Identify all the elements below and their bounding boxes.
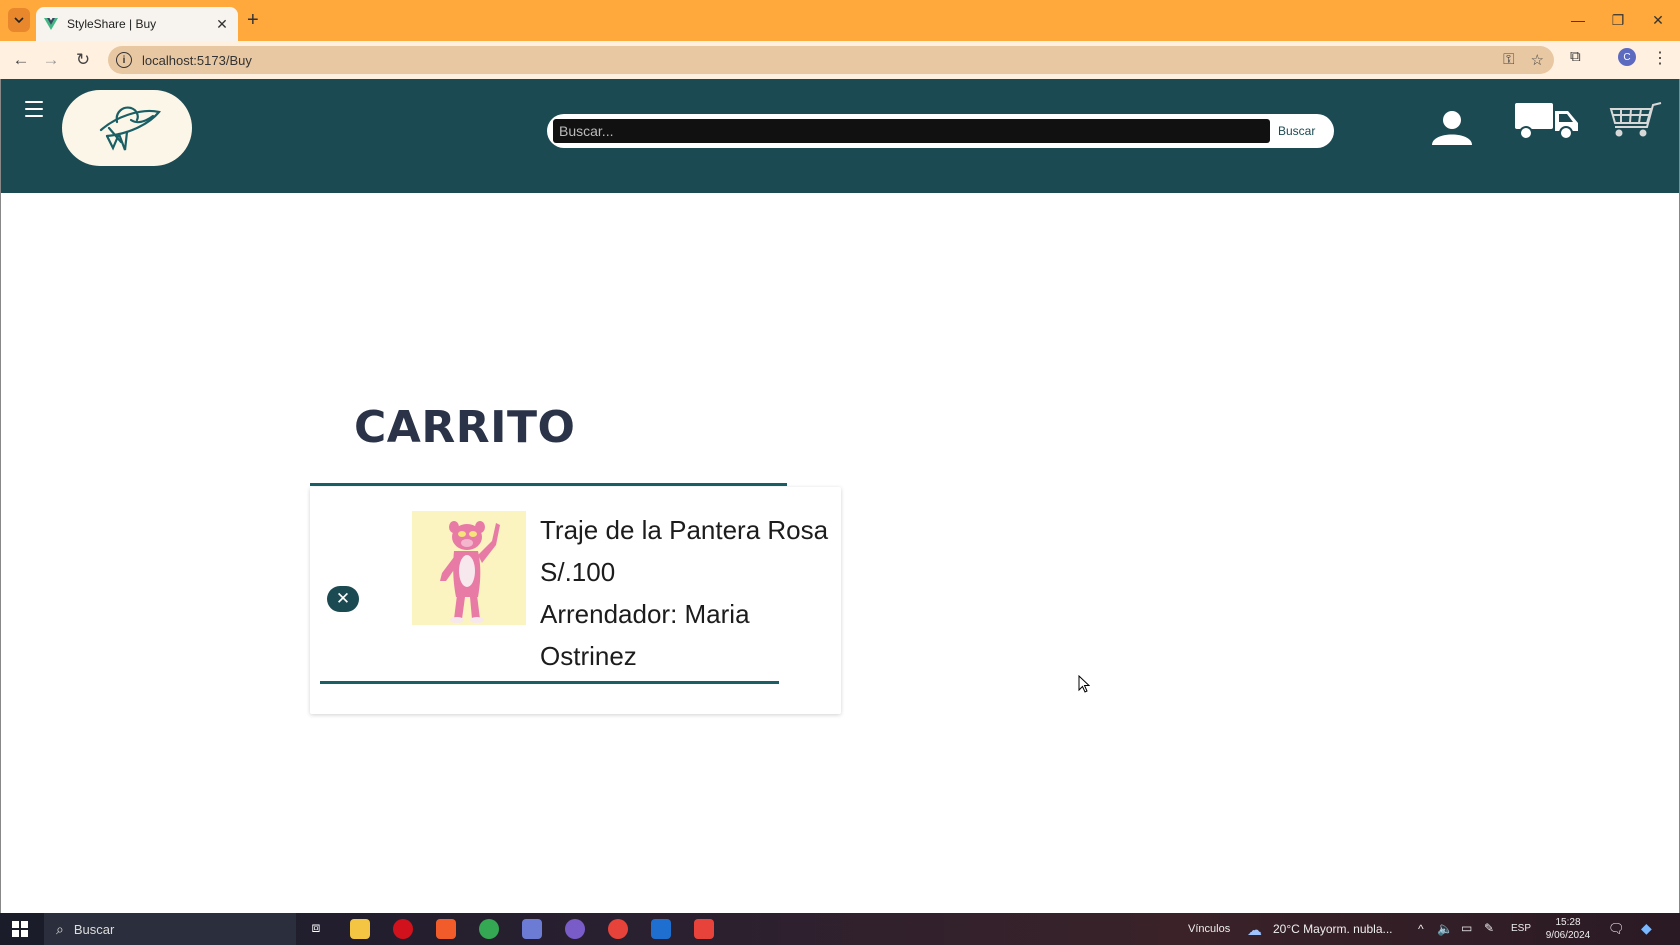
links-toolbar[interactable]: Vínculos <box>1188 923 1230 935</box>
site-info-icon[interactable]: i <box>116 52 132 68</box>
weather-cloud-icon: ☁ <box>1247 922 1262 939</box>
profile-avatar[interactable]: C <box>1618 48 1636 66</box>
brave-icon[interactable] <box>436 919 456 939</box>
new-tab-icon[interactable]: + <box>247 9 259 31</box>
hamburger-menu-icon[interactable] <box>25 101 43 117</box>
reload-icon[interactable]: ↻ <box>72 50 94 70</box>
logo-hat-icon <box>99 106 161 151</box>
window-close-icon[interactable]: ✕ <box>1643 10 1673 30</box>
forward-icon[interactable]: → <box>40 50 62 70</box>
app-red-icon[interactable] <box>694 919 714 939</box>
windows-start-icon[interactable] <box>12 921 28 937</box>
divider <box>310 483 787 486</box>
volume-icon[interactable]: 🔈 <box>1437 921 1453 937</box>
close-icon: ✕ <box>335 589 351 608</box>
search-input[interactable] <box>553 119 1270 143</box>
tab-close-icon[interactable]: ✕ <box>214 16 230 33</box>
tab-title: StyleShare | Buy <box>67 17 157 31</box>
mouse-cursor-icon <box>1078 674 1091 698</box>
taskbar-search-label: Buscar <box>73 921 115 937</box>
user-account-icon[interactable] <box>1428 109 1476 150</box>
file-explorer-icon[interactable] <box>350 919 370 939</box>
divider <box>320 681 779 684</box>
back-icon[interactable]: ← <box>10 50 32 70</box>
product-image <box>412 511 526 625</box>
opera-icon[interactable] <box>393 919 413 939</box>
weather-text[interactable]: 20°C Mayorm. nubla... <box>1273 922 1393 936</box>
browser-toolbar: ← → ↻ i localhost:5173/Buy ⚿ ☆ ⧉ C ⋮ <box>0 41 1680 79</box>
product-owner: Arrendador: Maria Ostrinez <box>540 599 750 671</box>
product-name: Traje de la Pantera Rosa <box>540 515 829 545</box>
app-icon[interactable] <box>522 919 542 939</box>
remove-item-button[interactable]: ✕ <box>327 586 359 612</box>
chrome-icon[interactable] <box>479 919 499 939</box>
discord-icon[interactable] <box>565 919 585 939</box>
page: Buscar... Buscar CARRITO ✕ Traje de la P… <box>0 79 1680 913</box>
browser-tab-strip: StyleShare | Buy ✕ + — ❐ ✕ <box>0 0 1680 41</box>
webstorm-icon[interactable] <box>651 919 671 939</box>
password-key-icon[interactable]: ⚿ <box>1503 51 1514 69</box>
extensions-icon[interactable]: ⧉ <box>1570 48 1581 65</box>
pen-icon[interactable]: ✎ <box>1484 921 1494 935</box>
browser-tab-active[interactable]: StyleShare | Buy ✕ <box>36 7 238 41</box>
product-price: S/.100 <box>540 557 616 587</box>
page-title: CARRITO <box>354 402 576 453</box>
language-indicator[interactable]: ESP <box>1511 923 1531 934</box>
bookmark-star-icon[interactable]: ☆ <box>1531 51 1544 69</box>
browser-menu-icon[interactable]: ⋮ <box>1652 48 1668 68</box>
notifications-icon[interactable]: 🗨 <box>1608 921 1625 937</box>
search-icon: ⌕ <box>56 920 64 937</box>
address-bar[interactable]: i localhost:5173/Buy ⚿ ☆ <box>108 46 1554 74</box>
site-logo[interactable] <box>62 90 192 166</box>
clock-time: 15:28 <box>1555 917 1581 928</box>
taskbar-search[interactable]: ⌕ Buscar <box>44 913 296 945</box>
task-view-icon[interactable]: ⧈ <box>306 919 326 939</box>
search-button[interactable]: Buscar <box>1278 124 1315 138</box>
copilot-icon[interactable]: ◆ <box>1641 920 1652 937</box>
search-bar: Buscar <box>547 114 1334 148</box>
tab-search-button[interactable] <box>8 8 30 32</box>
shopping-cart-icon[interactable] <box>1605 101 1663 144</box>
minimize-icon[interactable]: — <box>1563 10 1593 30</box>
chevron-down-icon <box>14 17 24 23</box>
os-taskbar: ⌕ Buscar ⧈ Vínculos ☁ 20°C Mayorm. nubla… <box>0 913 1680 945</box>
network-icon[interactable]: ▭ <box>1461 921 1472 935</box>
product-info: Traje de la Pantera Rosa S/.100 Arrendad… <box>540 509 836 677</box>
restore-icon[interactable]: ❐ <box>1603 10 1633 30</box>
tray-chevron-icon[interactable]: ^ <box>1418 922 1424 936</box>
delivery-truck-icon[interactable] <box>1514 101 1580 146</box>
screen: StyleShare | Buy ✕ + — ❐ ✕ ← → ↻ i local… <box>0 0 1680 945</box>
site-header: Buscar <box>1 79 1679 193</box>
clock[interactable]: 15:28 9/06/2024 <box>1543 916 1593 942</box>
url-text: localhost:5173/Buy <box>142 52 252 68</box>
cart-item-card: ✕ Traje de la Pantera Rosa S/.100 Arrend… <box>310 487 841 714</box>
vue-favicon-icon <box>44 18 58 30</box>
chrome-profile-icon[interactable] <box>608 919 628 939</box>
clock-date: 9/06/2024 <box>1545 930 1591 941</box>
